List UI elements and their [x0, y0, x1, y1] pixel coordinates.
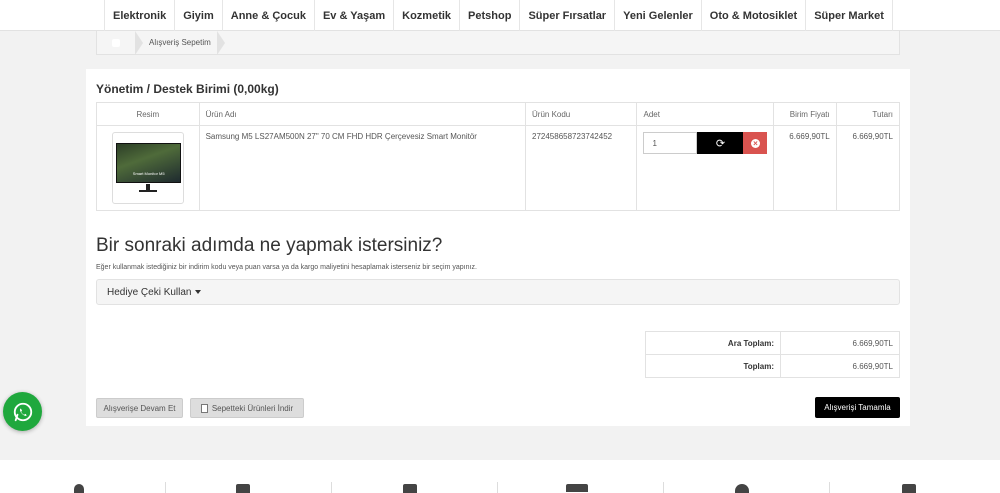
download-cart-button[interactable]: Sepetteki Ürünleri İndir: [190, 398, 304, 418]
remove-button[interactable]: ×: [743, 132, 768, 154]
totals-table: Ara Toplam: 6.669,90TL Toplam: 6.669,90T…: [645, 331, 900, 378]
footer-divider: [829, 482, 830, 493]
lock-icon: [74, 484, 84, 493]
col-header-qty: Adet: [636, 102, 775, 126]
subtotal-row: Ara Toplam: 6.669,90TL: [645, 331, 900, 355]
continue-shopping-button[interactable]: Alışverişe Devam Et: [96, 398, 183, 418]
total-label: Toplam:: [645, 354, 781, 378]
footer-divider: [331, 482, 332, 493]
unit-price: 6.669,90TL: [773, 125, 837, 211]
product-thumbnail[interactable]: Smart Monitor M5: [111, 132, 184, 204]
quantity-cell: ⟳ ×: [636, 125, 775, 211]
breadcrumb-separator: [135, 30, 143, 55]
product-image-cell: Smart Monitor M5: [96, 125, 200, 211]
gift-voucher-label: Hediye Çeki Kullan: [107, 286, 192, 298]
nav-item-super-market[interactable]: Süper Market: [805, 0, 893, 31]
section-title: Yönetim / Destek Birimi (0,00kg): [96, 82, 279, 96]
next-step-description: Eğer kullanmak istediğiniz bir indirim k…: [96, 264, 477, 271]
truck-icon: [236, 484, 250, 493]
home-icon: [112, 38, 120, 47]
breadcrumb-separator: [216, 30, 225, 55]
next-step-title: Bir sonraki adımda ne yapmak istersiniz?: [96, 235, 443, 256]
quantity-input[interactable]: [643, 132, 698, 154]
col-header-code: Ürün Kodu: [524, 102, 638, 126]
refresh-icon: ⟳: [715, 137, 726, 150]
nav-item-oto-motosiklet[interactable]: Oto & Motosiklet: [700, 0, 805, 31]
caret-down-icon: [194, 290, 201, 294]
monitor-base: [138, 190, 157, 192]
product-code: 272458658723742452: [524, 125, 638, 211]
gift-voucher-toggle[interactable]: Hediye Çeki Kullan: [96, 279, 900, 305]
refresh-button[interactable]: ⟳: [697, 132, 744, 154]
subtotal-value: 6.669,90TL: [780, 331, 900, 355]
top-navigation: Elektronik Giyim Anne & Çocuk Ev & Yaşam…: [0, 0, 1000, 31]
cart-panel: Yönetim / Destek Birimi (0,00kg) Resim Ü…: [86, 69, 910, 426]
footer-divider: [497, 482, 498, 493]
contact-icon: [902, 484, 916, 493]
table-header-row: Resim Ürün Adı Ürün Kodu Adet Birim Fiya…: [96, 102, 901, 126]
footer-divider: [663, 482, 664, 493]
monitor-screen-text: Smart Monitor M5: [132, 171, 165, 176]
cart-table: Resim Ürün Adı Ürün Kodu Adet Birim Fiya…: [96, 102, 901, 211]
col-header-unit-price: Birim Fiyatı: [773, 102, 837, 126]
total-row: Toplam: 6.669,90TL: [645, 354, 900, 378]
nav-item-elektronik[interactable]: Elektronik: [104, 0, 174, 31]
subtotal-label: Ara Toplam:: [645, 331, 781, 355]
line-total: 6.669,90TL: [835, 125, 901, 211]
document-icon: [200, 403, 208, 413]
quantity-group: ⟳ ×: [643, 132, 768, 154]
nav-item-petshop[interactable]: Petshop: [459, 0, 519, 31]
nav-item-giyim[interactable]: Giyim: [174, 0, 222, 31]
nav-item-anne-cocuk[interactable]: Anne & Çocuk: [221, 0, 314, 31]
return-icon: [735, 484, 749, 493]
download-cart-label: Sepetteki Ürünleri İndir: [211, 403, 294, 413]
whatsapp-button[interactable]: [3, 392, 42, 431]
whatsapp-icon: [13, 402, 32, 421]
box-icon: [403, 484, 417, 493]
remove-icon: ×: [750, 138, 760, 148]
nav-item-yeni-gelenler[interactable]: Yeni Gelenler: [614, 0, 701, 31]
nav-item-kozmetik[interactable]: Kozmetik: [393, 0, 459, 31]
col-header-name: Ürün Adı: [198, 102, 527, 126]
product-name[interactable]: Samsung M5 LS27AM500N 27" 70 CM FHD HDR …: [198, 125, 527, 211]
nav-item-super-firsatlar[interactable]: Süper Fırsatlar: [519, 0, 614, 31]
col-header-image: Resim: [96, 102, 200, 126]
credit-card-icon: [566, 484, 588, 492]
monitor-screen: Smart Monitor M5: [115, 143, 181, 183]
footer-divider: [165, 482, 166, 493]
footer-features: [0, 460, 1000, 493]
table-row: Smart Monitor M5 Samsung M5 LS27AM500N 2…: [96, 125, 901, 211]
breadcrumb-current[interactable]: Alışveriş Sepetim: [143, 38, 217, 47]
complete-checkout-button[interactable]: Alışverişi Tamamla: [815, 397, 900, 418]
nav-item-ev-yasam[interactable]: Ev & Yaşam: [313, 0, 393, 31]
col-header-total: Tutarı: [835, 102, 901, 126]
breadcrumb: Alışveriş Sepetim: [96, 30, 900, 55]
breadcrumb-home[interactable]: [97, 31, 135, 54]
total-value: 6.669,90TL: [780, 354, 900, 378]
